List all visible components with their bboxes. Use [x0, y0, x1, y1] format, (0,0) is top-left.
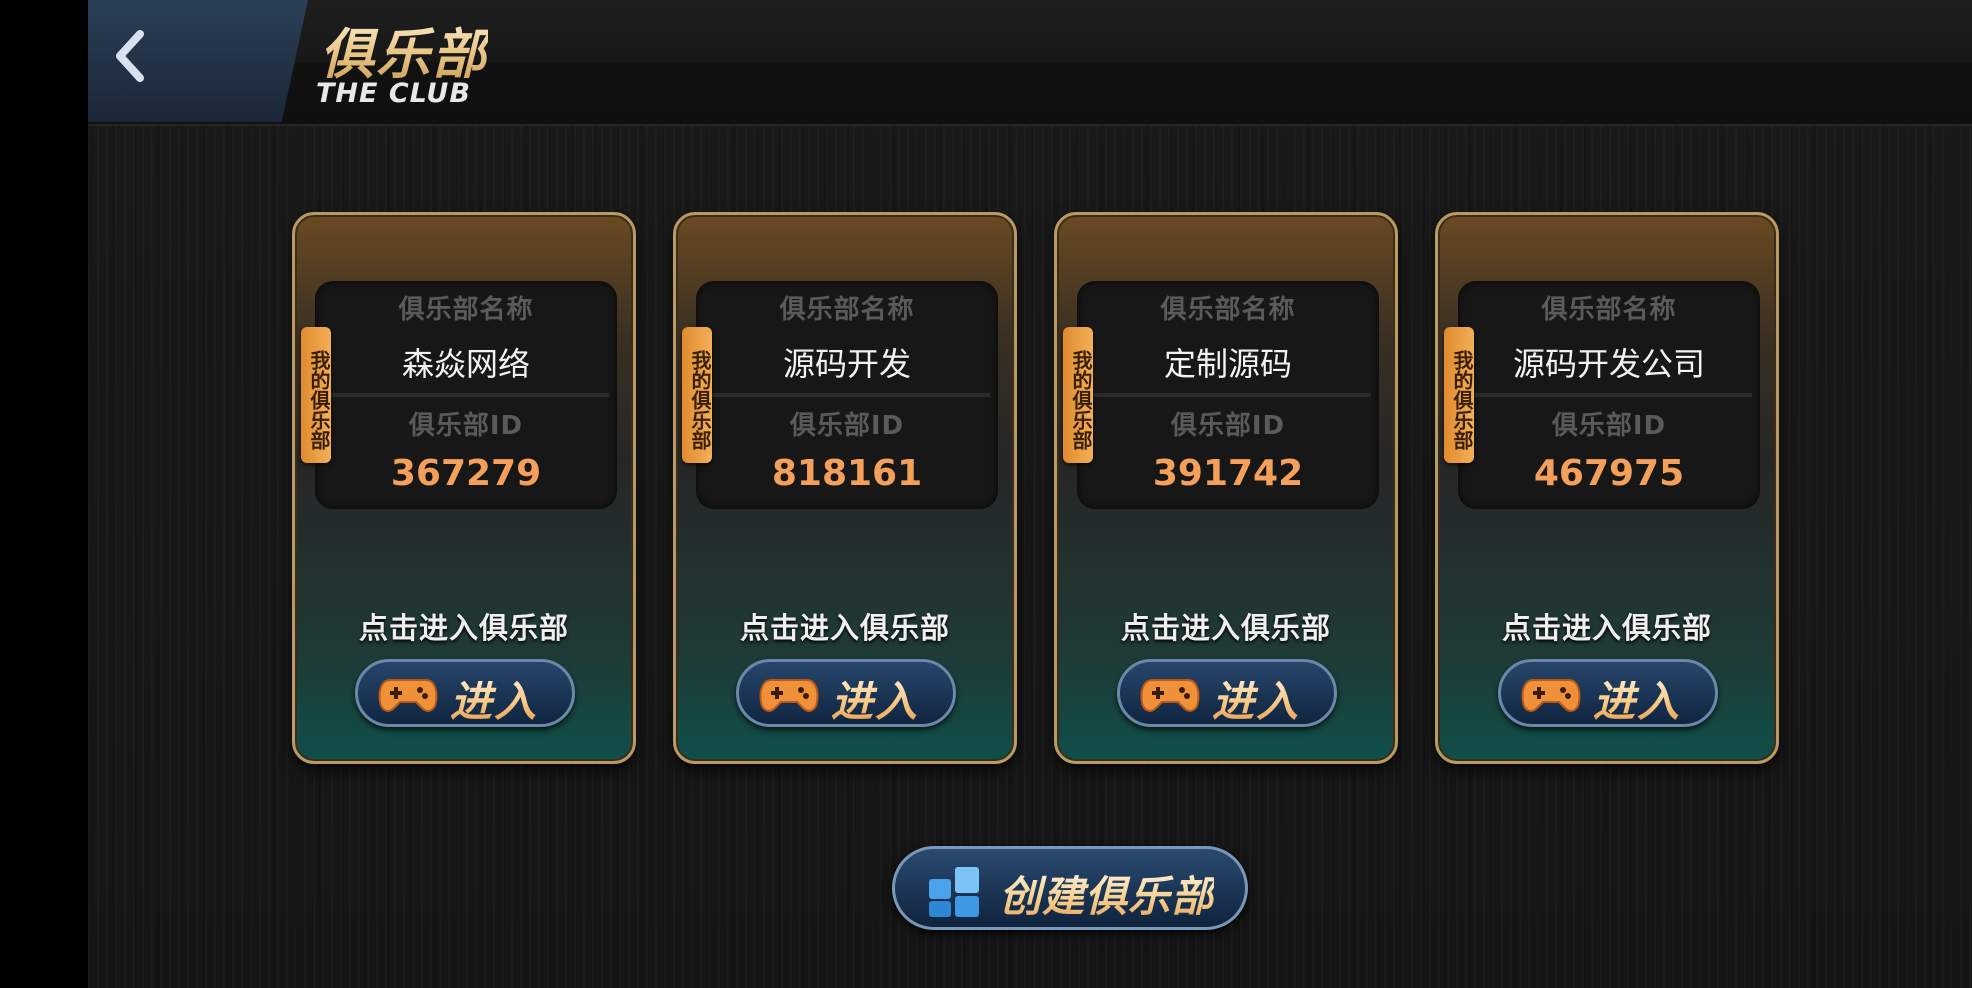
create-club-label: 创建俱乐部: [999, 863, 1214, 924]
gamepad-icon: [378, 679, 438, 712]
divider: [1466, 393, 1752, 397]
chevron-left-icon[interactable]: [106, 24, 156, 88]
my-club-tag: 我的俱乐部: [301, 327, 331, 463]
enter-hint: 点击进入俱乐部: [358, 611, 569, 645]
enter-club-button[interactable]: 进入: [1498, 659, 1718, 727]
club-id-label: 俱乐部ID: [1551, 411, 1667, 441]
club-card: 俱乐部名称 森焱网络 俱乐部ID 367279 我的俱乐部 点击进入俱乐部 进入: [292, 212, 636, 764]
enter-label: 进入: [1212, 668, 1300, 729]
club-name-label: 俱乐部名称: [1541, 295, 1677, 325]
enter-club-button[interactable]: 进入: [355, 659, 575, 727]
club-name: 源码开发: [782, 345, 911, 383]
my-club-tag: 我的俱乐部: [682, 327, 712, 463]
club-name-label: 俱乐部名称: [1160, 295, 1296, 325]
divider: [323, 393, 609, 397]
club-card: 俱乐部名称 源码开发 俱乐部ID 818161 我的俱乐部 点击进入俱乐部 进入: [673, 212, 1017, 764]
enter-label: 进入: [831, 668, 919, 729]
enter-club-button[interactable]: 进入: [1117, 659, 1337, 727]
gamepad-icon: [759, 679, 819, 712]
club-id-label: 俱乐部ID: [1170, 411, 1286, 441]
club-card: 俱乐部名称 定制源码 俱乐部ID 391742 我的俱乐部 点击进入俱乐部 进入: [1054, 212, 1398, 764]
gamepad-icon: [1140, 679, 1200, 712]
my-club-tag: 我的俱乐部: [1063, 327, 1093, 463]
divider: [704, 393, 990, 397]
enter-hint: 点击进入俱乐部: [1501, 611, 1712, 645]
club-id-label: 俱乐部ID: [408, 411, 524, 441]
club-card: 俱乐部名称 源码开发公司 俱乐部ID 467975 我的俱乐部 点击进入俱乐部 …: [1435, 212, 1779, 764]
gamepad-icon: [1521, 679, 1581, 712]
back-button[interactable]: [88, 0, 308, 122]
divider: [1085, 393, 1371, 397]
club-info-panel: 俱乐部名称 定制源码 俱乐部ID 391742: [1077, 281, 1379, 509]
club-id: 818161: [771, 453, 923, 494]
club-info-panel: 俱乐部名称 源码开发 俱乐部ID 818161: [696, 281, 998, 509]
club-info-panel: 俱乐部名称 森焱网络 俱乐部ID 367279: [315, 281, 617, 509]
club-screen: 俱乐部 THE CLUB 俱乐部名称 森焱网络 俱乐部ID 367279 我的俱…: [88, 0, 1972, 988]
create-club-button[interactable]: 创建俱乐部: [892, 846, 1248, 930]
enter-club-button[interactable]: 进入: [736, 659, 956, 727]
enter-hint: 点击进入俱乐部: [1120, 611, 1331, 645]
club-id: 391742: [1152, 453, 1304, 494]
page-subtitle: THE CLUB: [316, 78, 471, 109]
my-club-tag: 我的俱乐部: [1444, 327, 1474, 463]
enter-label: 进入: [450, 668, 538, 729]
club-id-label: 俱乐部ID: [789, 411, 905, 441]
enter-label: 进入: [1593, 668, 1681, 729]
club-name: 源码开发公司: [1512, 345, 1705, 383]
club-name: 定制源码: [1163, 345, 1292, 383]
club-name: 森焱网络: [401, 345, 530, 383]
club-id: 467975: [1533, 453, 1685, 494]
grid-icon: [929, 867, 979, 917]
club-name-label: 俱乐部名称: [398, 295, 534, 325]
club-id: 367279: [390, 453, 542, 494]
club-name-label: 俱乐部名称: [779, 295, 915, 325]
enter-hint: 点击进入俱乐部: [739, 611, 950, 645]
header-bar: 俱乐部 THE CLUB: [88, 0, 1972, 126]
club-info-panel: 俱乐部名称 源码开发公司 俱乐部ID 467975: [1458, 281, 1760, 509]
